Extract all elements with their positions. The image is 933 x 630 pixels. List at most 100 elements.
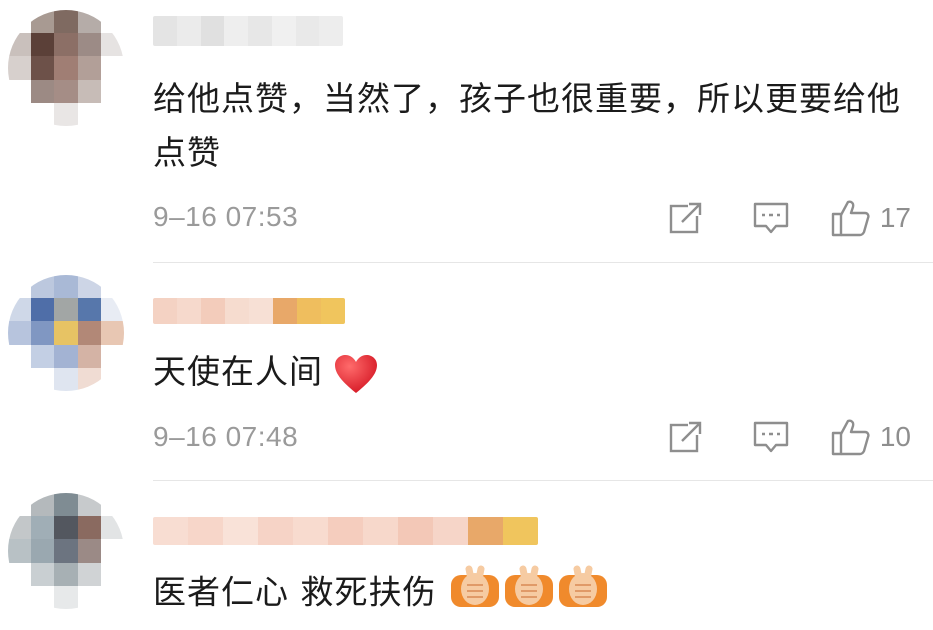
avatar-pixel: [54, 298, 78, 322]
username-pixel: [177, 298, 201, 324]
avatar-pixel: [77, 275, 101, 299]
avatar[interactable]: [8, 493, 124, 609]
username-blurred[interactable]: [153, 298, 345, 324]
username-pixel: [295, 16, 320, 46]
avatar-pixel: [77, 539, 101, 563]
username-blurred[interactable]: [153, 517, 538, 545]
comment-item: 给他点赞，当然了，孩子也很重要，所以更要给他点赞 9–16 07:53 17: [0, 0, 933, 262]
username-pixel: [319, 16, 343, 46]
username-pixel: [153, 517, 188, 545]
avatar-pixel: [100, 79, 124, 103]
share-icon: [669, 202, 702, 234]
username-pixel: [176, 16, 201, 46]
avatar-pixel: [31, 585, 55, 609]
username-pixel: [503, 517, 538, 545]
username-pixel: [223, 517, 258, 545]
share-button[interactable]: [668, 200, 704, 236]
username-pixel: [224, 16, 248, 46]
username-pixel: [225, 298, 249, 324]
reply-button[interactable]: [752, 200, 790, 236]
avatar-pixel: [100, 33, 124, 57]
avatar-pixel: [54, 367, 78, 391]
avatar-pixel: [77, 79, 101, 103]
praying-hands-emoji: [449, 563, 501, 625]
avatar-pixel: [31, 79, 55, 103]
avatar-pixel: [8, 102, 32, 126]
avatar-pixel: [31, 562, 55, 586]
avatar-pixel: [31, 321, 55, 345]
username-pixel: [468, 517, 503, 545]
avatar-pixel: [77, 102, 101, 126]
avatar-pixel: [31, 493, 55, 517]
avatar-pixel: [77, 367, 101, 391]
avatar-pixel: [8, 539, 32, 563]
share-icon: [669, 421, 702, 453]
avatar[interactable]: [8, 275, 124, 391]
avatar-pixel: [77, 493, 101, 517]
avatar-pixel: [31, 275, 55, 299]
avatar-pixel: [8, 585, 32, 609]
comment-icon: [753, 202, 789, 234]
username-blurred[interactable]: [153, 16, 343, 46]
comment-item: 天使在人间 9–16 07:48 10: [0, 263, 933, 480]
avatar-pixel: [54, 79, 78, 103]
username-pixel: [271, 16, 296, 46]
comment-text: 给他点赞，当然了，孩子也很重要，所以更要给他点赞: [153, 79, 901, 172]
username-pixel: [328, 517, 363, 545]
avatar-pixel: [8, 33, 32, 57]
avatar-pixel: [8, 516, 32, 540]
avatar-pixel: [31, 102, 55, 126]
avatar-pixel: [54, 33, 78, 57]
avatar-pixel: [100, 102, 124, 126]
avatar-pixel: [100, 516, 124, 540]
thumbs-up-icon: [831, 200, 870, 237]
reply-button[interactable]: [752, 419, 790, 455]
username-pixel: [433, 517, 468, 545]
avatar-pixel: [8, 321, 32, 345]
avatar-pixel: [100, 539, 124, 563]
praying-hands-emoji: [503, 563, 555, 625]
avatar-pixel: [77, 56, 101, 80]
avatar-pixel: [31, 298, 55, 322]
avatar-pixel: [54, 344, 78, 368]
avatar-pixel: [8, 56, 32, 80]
avatar-pixel: [54, 10, 78, 34]
share-button[interactable]: [668, 419, 704, 455]
avatar-pixel: [100, 298, 124, 322]
comment-actions: 10: [668, 417, 911, 457]
comment-text-content: 天使在人间: [153, 352, 323, 391]
comment-text: 医者仁心 救死扶伤: [153, 563, 913, 625]
avatar-pixel: [8, 79, 32, 103]
like-count: 17: [879, 202, 911, 233]
avatar-pixel: [100, 56, 124, 80]
avatar-pixel: [77, 562, 101, 586]
comment-icon: [753, 421, 789, 453]
username-pixel: [293, 517, 328, 545]
avatar[interactable]: [8, 10, 124, 126]
username-pixel: [153, 16, 177, 46]
avatar-pixel: [77, 321, 101, 345]
username-pixel: [248, 16, 272, 46]
avatar-pixel: [8, 298, 32, 322]
avatar-pixel: [31, 516, 55, 540]
avatar-pixel: [100, 493, 124, 517]
like-button[interactable]: 10: [830, 417, 911, 457]
avatar-pixel: [54, 539, 78, 563]
avatar-pixel: [54, 275, 78, 299]
avatar-pixel: [31, 33, 55, 57]
comment-item: 医者仁心 救死扶伤: [0, 481, 933, 630]
comment-actions: 17: [668, 198, 911, 238]
avatar-pixel: [100, 585, 124, 609]
avatar-pixel: [54, 56, 78, 80]
avatar-pixel: [77, 10, 101, 34]
avatar-pixel: [8, 344, 32, 368]
avatar-pixel: [31, 56, 55, 80]
username-pixel: [188, 517, 223, 545]
avatar-pixel: [100, 367, 124, 391]
comment-text-content: 医者仁心 救死扶伤: [153, 572, 437, 612]
username-pixel: [321, 298, 345, 324]
avatar-pixel: [77, 585, 101, 609]
thumbs-up-icon: [831, 419, 870, 456]
username-pixel: [398, 517, 433, 545]
like-button[interactable]: 17: [830, 198, 911, 238]
